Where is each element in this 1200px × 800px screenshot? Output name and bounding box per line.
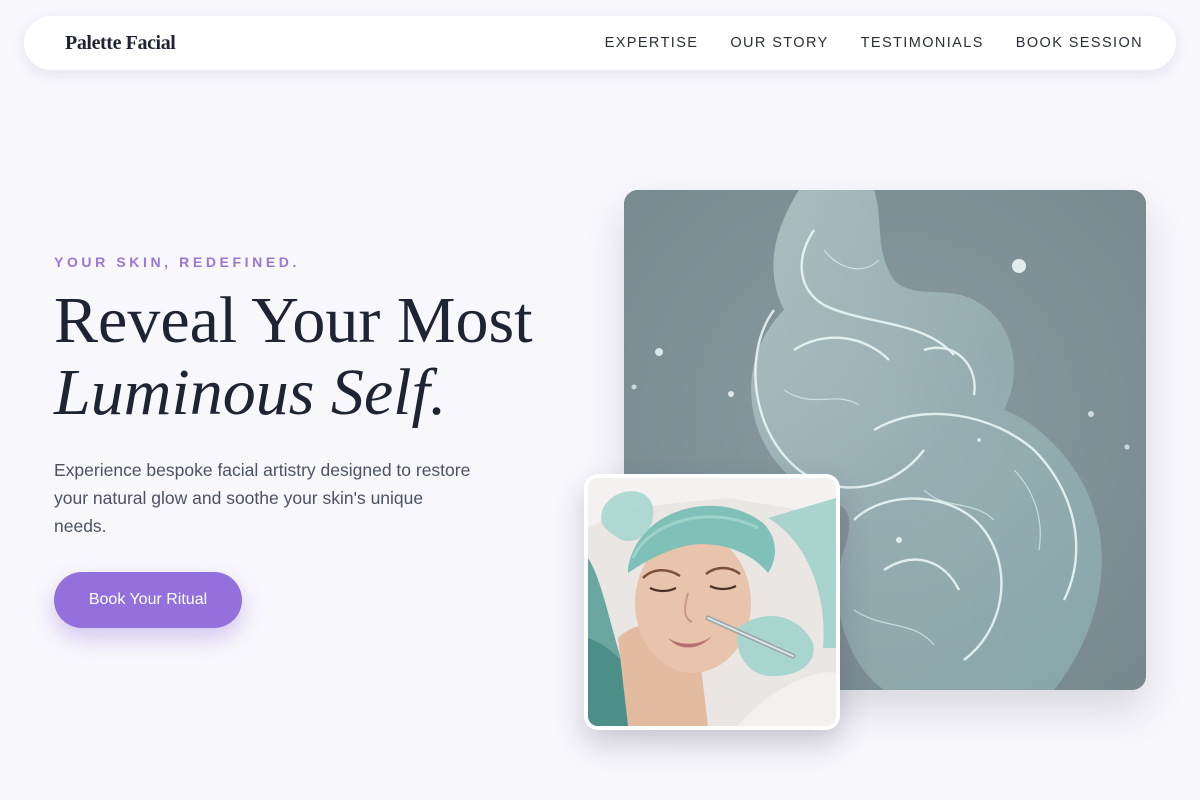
brand-logo-text[interactable]: Palette Facial <box>65 32 176 55</box>
hero-description: Experience bespoke facial artistry desig… <box>54 460 471 536</box>
nav-link-expertise[interactable]: EXPERTISE <box>605 35 699 51</box>
facial-treatment-photo-card <box>584 474 840 730</box>
nav-links: EXPERTISE OUR STORY TESTIMONIALS BOOK SE… <box>605 35 1143 51</box>
nav-link-book-session[interactable]: BOOK SESSION <box>1016 35 1143 51</box>
book-ritual-button[interactable]: Book Your Ritual <box>54 572 242 628</box>
nav-link-our-story[interactable]: OUR STORY <box>730 35 828 51</box>
headline-line-2: Luminous Self. <box>54 356 447 429</box>
hero-headline: Reveal Your Most Luminous Self. <box>54 285 533 429</box>
facial-treatment-photo <box>588 478 836 726</box>
hero-eyebrow: YOUR SKIN, REDEFINED. <box>54 254 300 270</box>
top-navigation-bar: Palette Facial EXPERTISE OUR STORY TESTI… <box>24 16 1176 70</box>
nav-link-testimonials[interactable]: TESTIMONIALS <box>861 35 984 51</box>
headline-line-1: Reveal Your Most <box>54 284 533 357</box>
